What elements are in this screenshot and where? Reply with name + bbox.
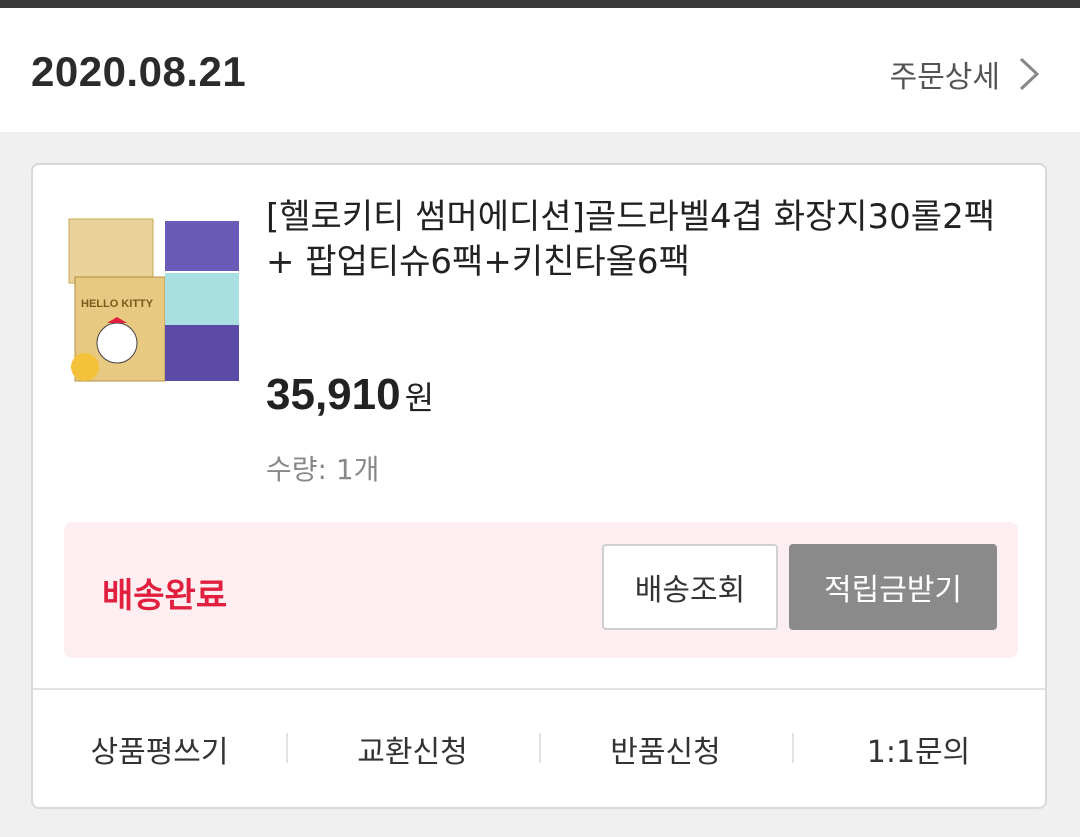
exchange-request-button[interactable]: 교환신청: [286, 727, 539, 771]
inquiry-button[interactable]: 1:1문의: [792, 727, 1045, 771]
thumbnail-brand-text: HELLO KITTY: [81, 298, 154, 310]
top-bar: [0, 0, 1080, 8]
quantity-label: 수량: 1개: [266, 453, 380, 486]
product-price: 35,910: [266, 370, 401, 419]
product-thumbnail[interactable]: HELLO KITTY: [67, 213, 243, 389]
order-card: HELLO KITTY [헬로키티 썸머에디션]골드라벨4겹 화장지30롤2팩+…: [31, 163, 1047, 809]
chevron-right-icon: [1019, 57, 1040, 91]
write-review-button[interactable]: 상품평쓰기: [33, 727, 286, 771]
product-title[interactable]: [헬로키티 썸머에디션]골드라벨4겹 화장지30롤2팩+ 팝업티슈6팩+키친타올…: [266, 195, 1006, 285]
order-detail-link[interactable]: 주문상세: [890, 52, 1040, 96]
delivery-status-label: 배송완료: [102, 576, 228, 616]
return-request-button[interactable]: 반품신청: [539, 727, 792, 771]
price-row: 35,910 원: [266, 370, 434, 420]
order-header: 2020.08.21 주문상세: [0, 8, 1080, 132]
track-delivery-button[interactable]: 배송조회: [602, 544, 778, 630]
delivery-status-box: 배송완료 배송조회 적립금받기: [64, 522, 1018, 658]
order-actions: 상품평쓰기 교환신청 반품신청 1:1문의: [33, 690, 1045, 807]
currency-label: 원: [404, 379, 435, 417]
receive-points-button[interactable]: 적립금받기: [789, 544, 997, 630]
order-date: 2020.08.21: [31, 48, 247, 95]
order-detail-label: 주문상세: [889, 60, 1000, 95]
